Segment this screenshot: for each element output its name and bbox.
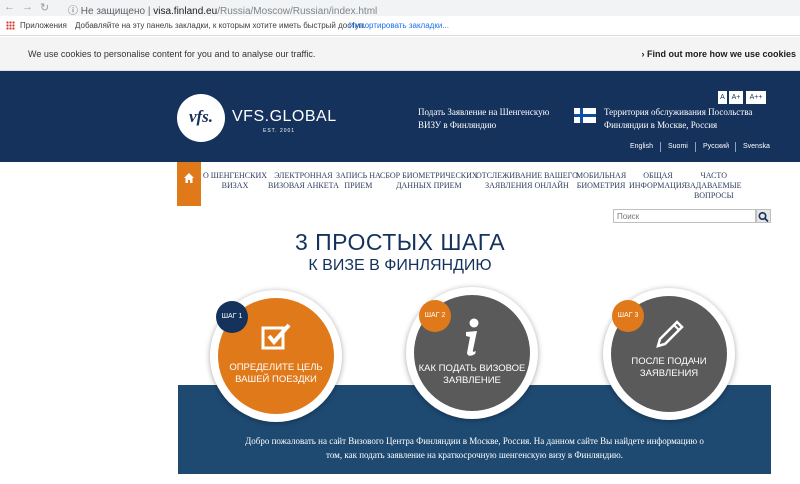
- nav-track-application[interactable]: ОТСЛЕЖИВАНИЕ ВАШЕГО ЗАЯВЛЕНИЯ ОНЛАЙН: [476, 171, 578, 191]
- cookie-banner: We use cookies to personalise content fo…: [0, 37, 800, 71]
- nav-mobile-biometrics[interactable]: МОБИЛЬНАЯ БИОМЕТРИЯ: [576, 171, 626, 191]
- lang-english[interactable]: English: [630, 143, 653, 150]
- page-title: 3 ПРОСТЫХ ШАГА: [294, 229, 506, 255]
- nav-schengen-visas[interactable]: О ШЕНГЕНСКИХ ВИЗАХ: [203, 171, 267, 191]
- reload-icon[interactable]: ↻: [40, 1, 49, 14]
- step-3-label[interactable]: ПОСЛЕ ПОДАЧИ ЗАЯВЛЕНИЯ: [611, 356, 727, 380]
- font-size-normal-button[interactable]: A: [718, 91, 727, 104]
- nav-online-form[interactable]: ЭЛЕКТРОННАЯ ВИЗОВАЯ АНКЕТА: [268, 171, 339, 191]
- home-icon: [184, 173, 194, 183]
- info-icon: [466, 318, 479, 356]
- nav-appointment[interactable]: ЗАПИСЬ НА ПРИЕМ: [336, 171, 381, 191]
- welcome-text: Добро пожаловать на сайт Визового Центра…: [245, 436, 704, 460]
- address-bar[interactable]: ⓘ Не защищено | visa.finland.eu/Russia/M…: [68, 2, 377, 17]
- brand-name[interactable]: VFS.GLOBAL: [232, 108, 337, 126]
- step-1-label[interactable]: ОПРЕДЕЛИТЕ ЦЕЛЬ ВАШЕЙ ПОЕЗДКИ: [218, 362, 334, 386]
- nav-biometrics[interactable]: СБОР БИОМЕТРИЧЕСКИХ ДАННЫХ ПРИЕМ: [380, 171, 478, 191]
- site-header: vfs. VFS.GLOBAL EST. 2001 Подать Заявлен…: [0, 71, 800, 162]
- font-size-xlarge-button[interactable]: A++: [746, 91, 766, 104]
- finland-flag-icon: [574, 108, 596, 123]
- nav-general-info[interactable]: ОБЩАЯ ИНФОРМАЦИЯ: [629, 171, 687, 191]
- cookie-info-link[interactable]: › Find out more how we use cookies: [641, 49, 796, 59]
- page-subtitle: К ВИЗЕ В ФИНЛЯНДИЮ: [308, 257, 492, 274]
- nav-faq[interactable]: ЧАСТО ЗАДАВАЕМЫЕ ВОПРОСЫ: [686, 171, 742, 201]
- cookie-message: We use cookies to personalise content fo…: [28, 49, 316, 59]
- forward-arrow-icon[interactable]: →: [22, 1, 33, 13]
- lang-russian[interactable]: Русский: [703, 143, 729, 150]
- search-button[interactable]: [756, 209, 771, 223]
- search-input[interactable]: [613, 209, 756, 223]
- import-bookmarks-link[interactable]: Импортировать закладки...: [349, 21, 449, 30]
- bookmarks-hint: Добавляйте на эту панель закладки, к кот…: [75, 21, 366, 30]
- apps-grid-icon[interactable]: [6, 21, 15, 30]
- pencil-icon: [656, 320, 684, 348]
- bookmarks-bar: Приложения Добавляйте на эту панель закл…: [0, 16, 800, 36]
- territory-label: Территория обслуживания Посольства Финля…: [604, 107, 753, 130]
- apps-shortcut[interactable]: Приложения: [20, 21, 67, 30]
- font-size-large-button[interactable]: A+: [729, 91, 743, 104]
- lang-suomi[interactable]: Suomi: [668, 143, 688, 150]
- back-arrow-icon[interactable]: ←: [4, 1, 15, 13]
- vfs-logo[interactable]: vfs.: [177, 94, 225, 142]
- step-3-badge: ШАГ 3: [612, 300, 644, 332]
- brand-est: EST. 2001: [263, 128, 296, 134]
- lang-svenska[interactable]: Svenska: [743, 143, 770, 150]
- apply-schengen-link[interactable]: Подать Заявление на Шенгенскую ВИЗУ в Фи…: [418, 106, 573, 132]
- step-2-label[interactable]: КАК ПОДАТЬ ВИЗОВОЕ ЗАЯВЛЕНИЕ: [414, 363, 530, 387]
- checkbox-icon: [261, 323, 291, 350]
- step-1-badge: ШАГ 1: [216, 301, 248, 333]
- browser-toolbar: ← → ↻ ⓘ Не защищено | visa.finland.eu/Ru…: [0, 0, 800, 17]
- home-button[interactable]: [177, 162, 201, 206]
- search-icon: [758, 211, 769, 223]
- step-2-badge: ШАГ 2: [419, 300, 451, 332]
